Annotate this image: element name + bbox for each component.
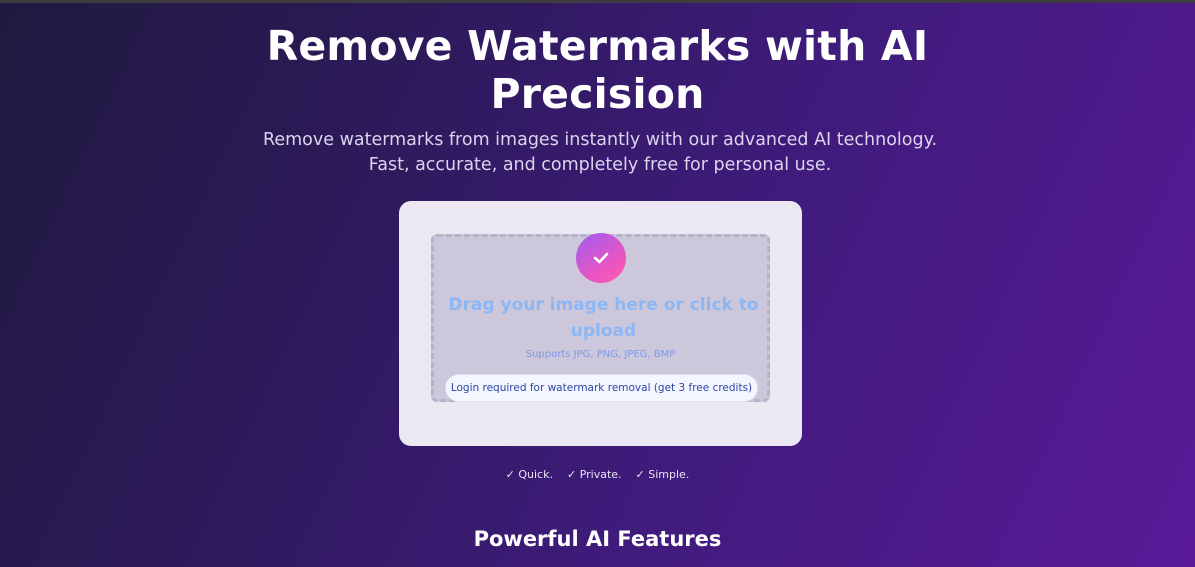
top-border: [0, 0, 1195, 3]
highlight-private: ✓ Private.: [566, 468, 622, 481]
highlights-row: ✓ Quick. ✓ Private. ✓ Simple.: [0, 468, 1195, 481]
page-title-line-1: Remove Watermarks with AI: [266, 22, 929, 70]
page-title: Remove Watermarks with AI Precision: [0, 22, 1195, 118]
features-section-title: Powerful AI Features: [473, 527, 722, 551]
page-title-line-2: Precision: [490, 70, 705, 118]
highlight-simple: ✓ Simple.: [635, 468, 690, 481]
page-subtitle: Remove watermarks from images instantly …: [262, 130, 938, 175]
drop-zone[interactable]: Drag your image here or click to upload …: [431, 233, 770, 402]
upload-card: Drag your image here or click to upload …: [399, 201, 802, 446]
login-required-button[interactable]: Login required for watermark removal (ge…: [446, 375, 757, 401]
check-icon: [576, 233, 626, 283]
drop-zone-title: Drag your image here or click to upload: [448, 295, 759, 341]
supported-formats: Supports JPG, PNG, JPEG, BMP: [525, 349, 676, 360]
highlight-quick: ✓ Quick.: [505, 468, 553, 481]
